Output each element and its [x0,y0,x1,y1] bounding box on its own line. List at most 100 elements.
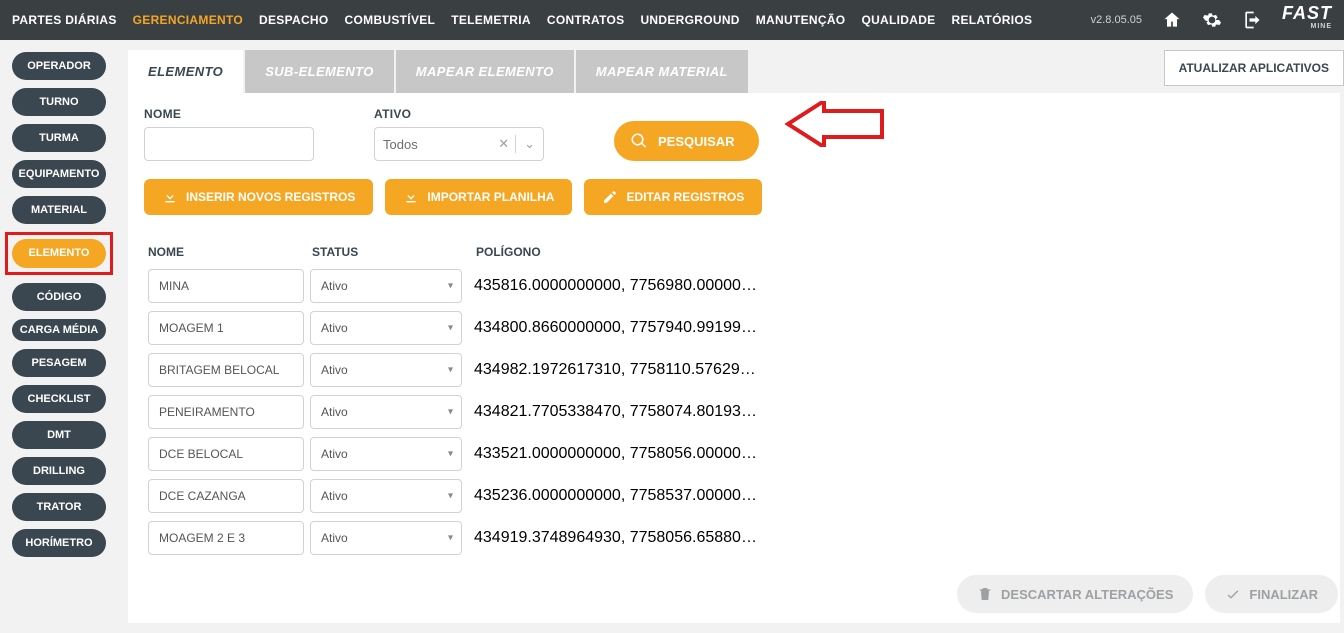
table-row: MOAGEM 1Ativo▾ 434800.8660000000, 7757940… [144,311,1324,345]
search-icon [630,132,648,150]
annotation-arrow-icon [784,101,884,147]
topnav-item[interactable]: TELEMETRIA [451,13,531,27]
topnav-item[interactable]: CONTRATOS [547,13,625,27]
table-row: MINAAtivo▾ 435816.0000000000, 7756980.000… [144,269,1324,303]
filter-ativo-select[interactable]: Todos ✕ ⌄ [374,127,544,161]
chevron-down-icon: ▾ [448,533,453,544]
finalize-label: FINALIZAR [1249,587,1318,602]
logout-icon[interactable] [1242,10,1262,30]
filter-nome-input[interactable] [144,127,314,161]
cell-status-select[interactable]: Ativo▾ [310,269,462,303]
edit-icon [602,189,618,205]
check-icon [1225,586,1241,602]
table-row: MOAGEM 2 E 3Ativo▾ 434919.3748964930, 775… [144,521,1324,555]
topnav-item[interactable]: COMBUSTÍVEL [345,13,436,27]
brand-logo: FAST MINE [1282,6,1332,34]
import-sheet-label: IMPORTAR PLANILHA [427,190,554,204]
sidebar-highlight: ELEMENTO [5,232,113,274]
cell-nome[interactable]: MOAGEM 2 E 3 [148,521,304,555]
cell-nome[interactable]: BRITAGEM BELOCAL [148,353,304,387]
sidebar-item[interactable]: CÓDIGO [12,283,106,311]
sidebar: OPERADOR TURNO TURMA EQUIPAMENTO MATERIAL ELE… [0,40,118,633]
cell-status-select[interactable]: Ativo▾ [310,395,462,429]
topnav-item[interactable]: MANUTENÇÃO [756,13,846,27]
cell-nome[interactable]: DCE BELOCAL [148,437,304,471]
sidebar-item[interactable]: OPERADOR [12,52,106,80]
cell-status-select[interactable]: Ativo▾ [310,521,462,555]
topnav-item[interactable]: QUALIDADE [861,13,935,27]
cell-poligono: 434982.1972617310, 7758110.5762905199, 2… [468,361,762,379]
gear-icon[interactable] [1202,10,1222,30]
topnav-item[interactable]: RELATÓRIOS [951,13,1032,27]
cell-nome[interactable]: PENEIRAMENTO [148,395,304,429]
discard-changes-button[interactable]: DESCARTAR ALTERAÇÕES [957,575,1193,613]
tab[interactable]: ELEMENTO [128,50,243,93]
sidebar-item[interactable]: PESAGEM [12,349,106,377]
sidebar-item[interactable]: MATERIAL [12,196,106,224]
sidebar-item[interactable]: TURNO [12,88,106,116]
sidebar-item[interactable]: DRILLING [12,457,106,485]
topnav-item[interactable]: UNDERGROUND [640,13,739,27]
sidebar-item[interactable]: CARGA MÉDIA [12,319,106,341]
chevron-down-icon: ▾ [448,281,453,292]
chevron-down-icon: ▾ [448,365,453,376]
col-header-nome: NOME [148,245,312,259]
cell-poligono: 433521.0000000000, 7758056.0000000000, 2… [468,445,762,463]
cell-status-select[interactable]: Ativo▾ [310,437,462,471]
main-area: ELEMENTOSUB-ELEMENTOMAPEAR ELEMENTOMAPEA… [118,40,1344,633]
cell-poligono: 434919.3748964930, 7758056.6588099897, 2… [468,529,762,547]
tab[interactable]: MAPEAR ELEMENTO [396,50,574,93]
cell-nome[interactable]: DCE CAZANGA [148,479,304,513]
import-sheet-button[interactable]: IMPORTAR PLANILHA [385,179,572,215]
cell-nome[interactable]: MOAGEM 1 [148,311,304,345]
trash-icon [977,586,993,602]
topnav-item[interactable]: DESPACHO [259,13,329,27]
filter-ativo-label: ATIVO [374,107,544,121]
sidebar-item[interactable]: DMT [12,421,106,449]
sidebar-item[interactable]: EQUIPAMENTO [12,160,106,188]
search-button[interactable]: PESQUISAR [614,121,759,161]
topnav-menu: PARTES DIÁRIAS GERENCIAMENTO DESPACHO COMBU… [12,13,1032,27]
tab[interactable]: MAPEAR MATERIAL [576,50,748,93]
version-label: v2.8.05.05 [1091,14,1142,26]
topnav-item[interactable]: GERENCIAMENTO [133,13,243,27]
chevron-down-icon: ▾ [448,449,453,460]
cell-nome[interactable]: MINA [148,269,304,303]
sidebar-item[interactable]: ELEMENTO [12,239,106,267]
sidebar-item[interactable]: CHECKLIST [12,385,106,413]
table-row: PENEIRAMENTOAtivo▾434821.7705338470, 775… [144,395,1324,429]
edit-records-label: EDITAR REGISTROS [626,190,744,204]
col-header-poligono: POLÍGONO [476,245,1320,259]
insert-records-label: INSERIR NOVOS REGISTROS [186,190,355,204]
discard-label: DESCARTAR ALTERAÇÕES [1001,587,1173,602]
tabs: ELEMENTOSUB-ELEMENTOMAPEAR ELEMENTOMAPEA… [128,50,748,93]
sidebar-item[interactable]: TRATOR [12,493,106,521]
cell-status-select[interactable]: Ativo▾ [310,353,462,387]
cell-status-select[interactable]: Ativo▾ [310,311,462,345]
edit-records-button[interactable]: EDITAR REGISTROS [584,179,762,215]
chevron-down-icon[interactable]: ⌄ [516,136,535,152]
chevron-down-icon: ▾ [448,491,453,502]
table-row: DCE CAZANGAAtivo▾ 435236.0000000000, 7758… [144,479,1324,513]
topnav-item[interactable]: PARTES DIÁRIAS [12,13,117,27]
download-icon [162,189,178,205]
chevron-down-icon: ▾ [448,323,453,334]
insert-records-button[interactable]: INSERIR NOVOS REGISTROS [144,179,373,215]
home-icon[interactable] [1162,10,1182,30]
filter-ativo-value: Todos [383,137,418,152]
tab[interactable]: SUB-ELEMENTO [245,50,394,93]
sidebar-item[interactable]: TURMA [12,124,106,152]
cell-poligono: 435236.0000000000, 7758537.0000000000, 2… [468,487,762,505]
content-panel: NOME ATIVO Todos ✕ ⌄ PESQUISAR [128,93,1340,623]
chevron-down-icon: ▾ [448,407,453,418]
update-apps-button[interactable]: ATUALIZAR APLICATIVOS [1164,50,1344,86]
cell-poligono: 435816.0000000000, 7756980.0000000000, 2… [468,277,762,295]
cell-poligono: 434800.8660000000, 7757940.9919999996, 2… [468,319,762,337]
finalize-button[interactable]: FINALIZAR [1205,575,1338,613]
cell-status-select[interactable]: Ativo▾ [310,479,462,513]
sidebar-item[interactable]: HORÍMETRO [12,529,106,557]
table-row: DCE BELOCALAtivo▾ 433521.0000000000, 7758… [144,437,1324,471]
download-icon [403,189,419,205]
clear-icon[interactable]: ✕ [492,136,515,152]
table-row: BRITAGEM BELOCALAtivo▾ 434982.1972617310,… [144,353,1324,387]
